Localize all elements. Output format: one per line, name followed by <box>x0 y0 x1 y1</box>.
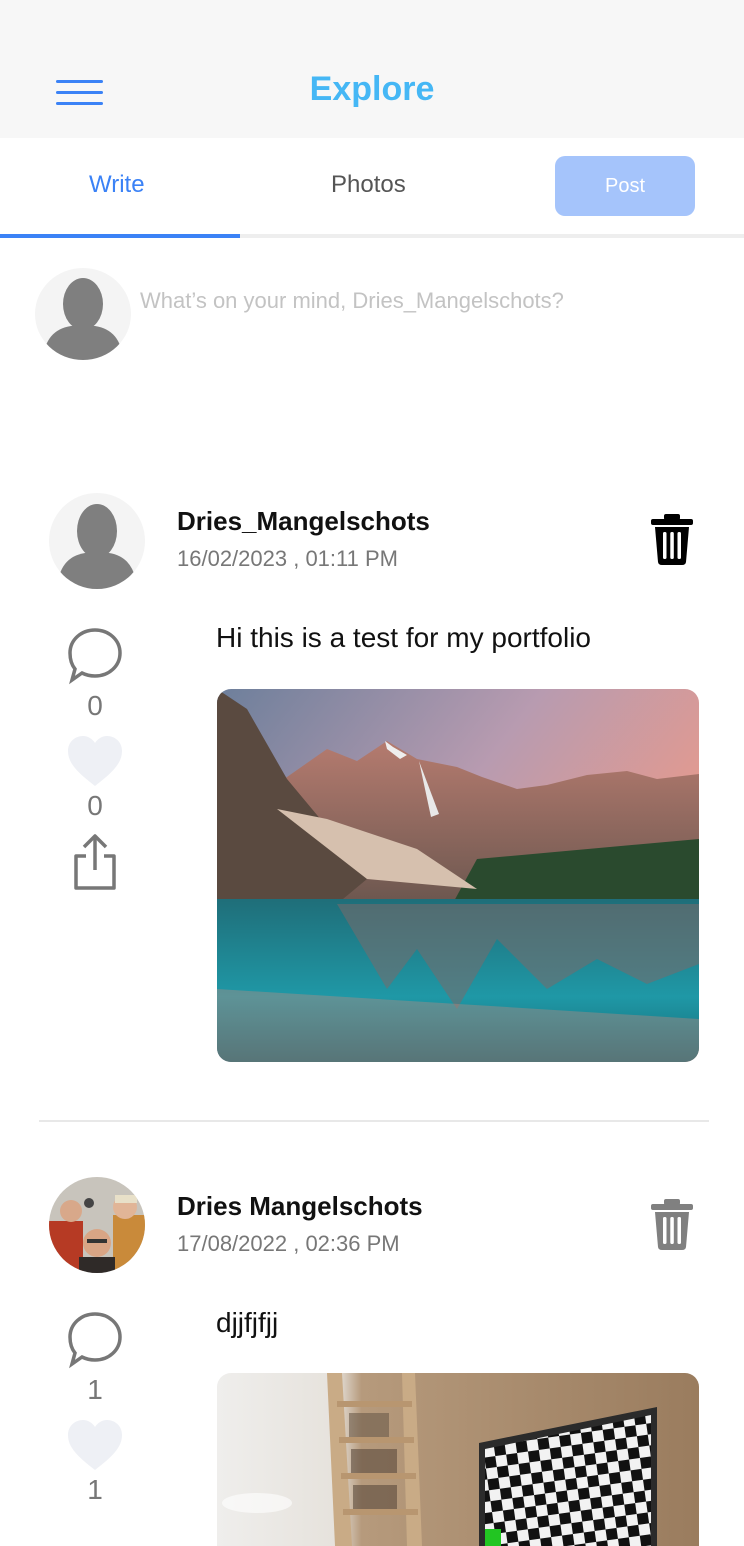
like-count: 1 <box>87 1474 103 1505</box>
page-title: Explore <box>309 70 435 108</box>
active-tab-indicator <box>0 234 240 238</box>
comment-icon[interactable] <box>65 626 125 686</box>
post-author[interactable]: Dries_Mangelschots <box>177 506 430 537</box>
post-actions: 1 1 <box>60 1310 130 1506</box>
post-author[interactable]: Dries Mangelschots <box>177 1191 423 1222</box>
compose-tabs: Write Photos Post <box>0 138 744 238</box>
post-card: Dries Mangelschots 17/08/2022 , 02:36 PM… <box>0 1175 744 1546</box>
like-count: 0 <box>87 790 103 821</box>
default-user-icon[interactable] <box>49 493 145 589</box>
heart-icon[interactable] <box>67 1418 123 1474</box>
tab-write[interactable]: Write <box>89 171 145 199</box>
mountain-lake-photo[interactable] <box>217 689 699 1062</box>
post-date: 17/08/2022 , 02:36 PM <box>177 1231 400 1256</box>
post-text: Hi this is a test for my portfolio <box>216 622 592 653</box>
app-header: Explore <box>0 0 744 138</box>
post-card: Dries_Mangelschots 16/02/2023 , 01:11 PM… <box>0 490 744 1121</box>
avatar[interactable] <box>49 1177 145 1273</box>
post-divider <box>39 1120 709 1122</box>
default-user-icon <box>35 268 131 360</box>
heart-icon[interactable] <box>67 734 123 790</box>
share-icon[interactable] <box>70 832 120 892</box>
trash-icon[interactable] <box>648 512 696 566</box>
post-button[interactable]: Post <box>555 156 695 216</box>
post-actions: 0 0 <box>60 626 130 892</box>
compose-input[interactable] <box>140 284 720 318</box>
post-date: 16/02/2023 , 01:11 PM <box>177 546 398 571</box>
post-text: djjfjfjj <box>216 1307 279 1338</box>
room-checkerboard-photo[interactable] <box>217 1373 699 1546</box>
comment-icon[interactable] <box>65 1310 125 1370</box>
tab-photos[interactable]: Photos <box>331 171 406 199</box>
comment-count: 1 <box>87 1374 103 1405</box>
comment-count: 0 <box>87 690 103 721</box>
trash-icon[interactable] <box>648 1197 696 1251</box>
